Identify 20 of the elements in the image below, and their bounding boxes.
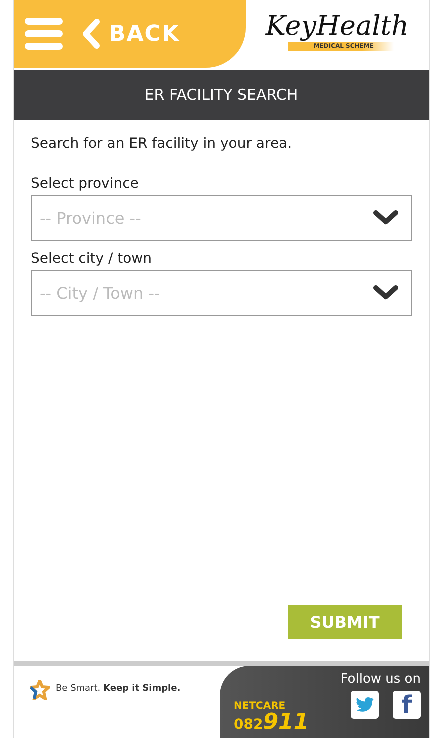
page-title: ER FACILITY SEARCH [144, 86, 298, 104]
star-logo-icon [30, 680, 50, 700]
twitter-button[interactable] [351, 691, 379, 719]
chevron-down-icon [373, 210, 399, 226]
follow-label: Follow us on [340, 672, 421, 687]
intro-text: Search for an ER facility in your area. [31, 136, 294, 152]
field-label: Select city / town [31, 251, 153, 267]
chevron-left-icon [81, 19, 101, 49]
field-label: Select province [31, 176, 140, 192]
chevron-down-icon [373, 285, 399, 301]
netcare-logo: NETCARE 082911 [234, 702, 310, 734]
facebook-button[interactable]: f [393, 691, 421, 719]
menu-icon[interactable] [25, 18, 63, 50]
logo-wordmark: KeyHealth [266, 12, 409, 42]
footer-tagline: Be Smart. Keep it Simple. [56, 684, 181, 694]
bird-icon [355, 697, 375, 713]
dropdown-field[interactable]: -- City / Town -- [31, 270, 412, 316]
submit-button[interactable]: SUBMIT [288, 605, 402, 639]
dropdown-field[interactable]: -- Province -- [31, 195, 412, 241]
back-button[interactable]: BACK [81, 19, 180, 49]
